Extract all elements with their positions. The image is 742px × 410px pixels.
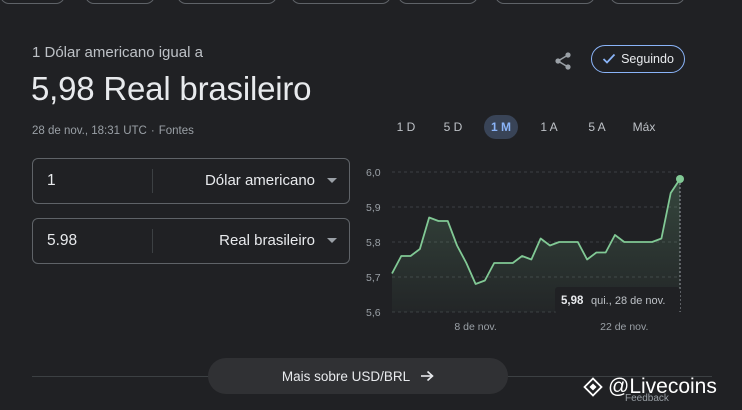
share-button[interactable] — [550, 48, 576, 74]
y-tick-label: 6,0 — [366, 167, 381, 179]
y-tick-label: 5,7 — [366, 272, 381, 284]
check-icon — [602, 53, 616, 64]
divider — [152, 229, 153, 253]
last-point-marker[interactable] — [676, 175, 684, 183]
tab-1a[interactable]: 1 A — [531, 115, 567, 139]
more-about-label: Mais sobre USD/BRL — [281, 368, 411, 384]
arrow-right-icon — [421, 370, 434, 382]
watermark-text: @Livecoins — [608, 375, 717, 398]
following-button[interactable]: Seguindo — [591, 45, 685, 73]
more-about-button[interactable]: Mais sobre USD/BRL — [208, 358, 508, 394]
to-currency-select[interactable]: Real brasileiro — [219, 219, 315, 263]
tooltip-date: qui., 28 de nov. — [591, 295, 665, 307]
share-icon — [555, 52, 571, 70]
tooltip-value: 5,98 — [561, 295, 584, 307]
chevron-down-icon[interactable] — [327, 178, 337, 183]
divider — [152, 169, 153, 193]
from-amount-input[interactable]: 1 — [47, 159, 56, 203]
tab-5d[interactable]: 5 D — [435, 115, 471, 139]
to-amount-input[interactable]: 5.98 — [47, 219, 77, 263]
livecoins-logo-icon — [583, 377, 603, 397]
filter-chip[interactable] — [398, 0, 478, 4]
following-label: Seguindo — [621, 52, 674, 66]
from-currency-select[interactable]: Dólar americano — [205, 159, 315, 203]
exchange-rate-chart[interactable]: 6,0 5,9 5,8 5,7 5,6 8 de nov. 22 de nov. 5,98 qu… — [355, 160, 695, 340]
from-currency-row: 1 Dólar americano — [32, 158, 350, 204]
filter-chips-row — [0, 0, 742, 4]
tab-5a[interactable]: 5 A — [579, 115, 615, 139]
x-tick-label: 22 de nov. — [600, 321, 648, 333]
sources-link[interactable]: Fontes — [159, 125, 194, 137]
filter-chip[interactable] — [0, 0, 65, 4]
to-currency-row: 5.98 Real brasileiro — [32, 218, 350, 264]
tab-1d[interactable]: 1 D — [388, 115, 424, 139]
y-tick-label: 5,9 — [366, 202, 381, 214]
filter-chip[interactable] — [85, 0, 155, 4]
filter-chip[interactable] — [177, 0, 277, 4]
filter-chip[interactable] — [610, 0, 685, 4]
watermark: @Livecoins — [582, 373, 717, 401]
timestamp-line: 28 de nov., 18:31 UTC · Fontes — [32, 125, 194, 137]
separator: · — [150, 125, 155, 137]
x-tick-label: 8 de nov. — [454, 321, 496, 333]
y-tick-label: 5,6 — [366, 307, 381, 319]
tab-max[interactable]: Máx — [626, 115, 662, 139]
filter-chip[interactable] — [291, 0, 391, 4]
tab-1m[interactable]: 1 M — [484, 115, 518, 139]
timestamp: 28 de nov., 18:31 UTC — [32, 125, 147, 137]
chevron-down-icon[interactable] — [327, 238, 337, 243]
filter-chip[interactable] — [495, 0, 595, 4]
conversion-subtitle: 1 Dólar americano igual a — [32, 44, 203, 61]
y-tick-label: 5,8 — [366, 237, 381, 249]
conversion-result: 5,98 Real brasileiro — [31, 70, 312, 107]
